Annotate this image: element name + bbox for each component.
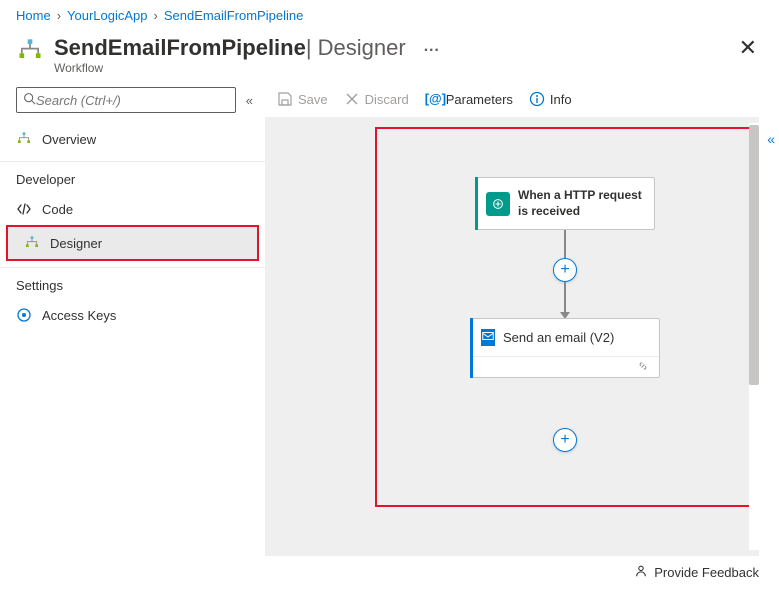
- info-button[interactable]: Info: [529, 91, 572, 107]
- toolbar-label: Info: [550, 92, 572, 107]
- toolbar-label: Save: [298, 92, 328, 107]
- breadcrumb-home[interactable]: Home: [16, 8, 51, 23]
- feedback-icon: [634, 564, 648, 581]
- highlight-designer: Designer: [6, 225, 259, 261]
- page-header: SendEmailFromPipeline | Designer ··· Wor…: [0, 31, 779, 87]
- discard-button[interactable]: Discard: [344, 91, 409, 107]
- expand-panel-button[interactable]: «: [767, 131, 775, 147]
- add-step-button[interactable]: +: [553, 428, 577, 452]
- sidebar-item-label: Code: [42, 202, 73, 217]
- flow-connector: [564, 230, 566, 258]
- designer-canvas[interactable]: When a HTTP request is received + Send a…: [265, 117, 759, 556]
- footer: Provide Feedback: [265, 556, 779, 589]
- save-icon: [277, 91, 293, 107]
- feedback-label: Provide Feedback: [654, 565, 759, 580]
- search-icon: [23, 92, 36, 108]
- sidebar: « Overview Developer Code Designer Setti…: [0, 87, 265, 589]
- flow-connector: [564, 282, 566, 318]
- sidebar-item-access-keys[interactable]: Access Keys: [0, 299, 265, 331]
- access-keys-icon: [16, 307, 32, 323]
- step-accent: [470, 318, 473, 378]
- toolbar-label: Discard: [365, 92, 409, 107]
- workflow-app-icon: [16, 37, 44, 65]
- step-accent: [475, 177, 478, 230]
- breadcrumb-app[interactable]: YourLogicApp: [67, 8, 147, 23]
- collapse-sidebar-button[interactable]: «: [246, 93, 253, 108]
- breadcrumb: Home › YourLogicApp › SendEmailFromPipel…: [0, 0, 779, 31]
- scrollbar-thumb[interactable]: [749, 125, 759, 385]
- search-input[interactable]: [36, 93, 229, 108]
- scrollbar[interactable]: [749, 123, 759, 550]
- discard-icon: [344, 91, 360, 107]
- toolbar-label: Parameters: [446, 92, 513, 107]
- breadcrumb-sep-icon: ›: [154, 8, 158, 23]
- more-options-button[interactable]: ···: [424, 42, 440, 60]
- page-title: SendEmailFromPipeline | Designer ···: [54, 35, 733, 61]
- sidebar-item-overview[interactable]: Overview: [0, 123, 265, 155]
- code-icon: [16, 201, 32, 217]
- toolbar: Save Discard [@] Parameters Info: [265, 87, 779, 117]
- designer-icon: [24, 235, 40, 251]
- close-button[interactable]: ✕: [733, 35, 763, 61]
- sidebar-item-code[interactable]: Code: [0, 193, 265, 225]
- provide-feedback-button[interactable]: Provide Feedback: [634, 564, 759, 581]
- title-suffix: | Designer: [306, 35, 406, 61]
- step-label: Send an email (V2): [503, 330, 614, 345]
- flow-step-send-email[interactable]: Send an email (V2): [470, 318, 660, 378]
- save-button[interactable]: Save: [277, 91, 328, 107]
- flow-step-http-trigger[interactable]: When a HTTP request is received: [475, 177, 655, 230]
- add-step-button[interactable]: +: [553, 258, 577, 282]
- search-input-wrapper[interactable]: [16, 87, 236, 113]
- sidebar-item-label: Access Keys: [42, 308, 116, 323]
- sidebar-group-settings: Settings: [0, 267, 265, 299]
- title-text: SendEmailFromPipeline: [54, 35, 306, 61]
- sidebar-group-developer: Developer: [0, 161, 265, 193]
- step-label: When a HTTP request is received: [518, 188, 644, 219]
- sidebar-item-label: Overview: [42, 132, 96, 147]
- main-panel: Save Discard [@] Parameters Info «: [265, 87, 779, 589]
- sidebar-item-label: Designer: [50, 236, 102, 251]
- page-subtitle: Workflow: [54, 61, 733, 75]
- parameters-icon: [@]: [425, 91, 441, 107]
- breadcrumb-page[interactable]: SendEmailFromPipeline: [164, 8, 303, 23]
- breadcrumb-sep-icon: ›: [57, 8, 61, 23]
- outlook-email-icon: [481, 329, 495, 346]
- overview-icon: [16, 131, 32, 147]
- link-icon: [637, 360, 649, 375]
- info-icon: [529, 91, 545, 107]
- sidebar-item-designer[interactable]: Designer: [8, 227, 257, 259]
- parameters-button[interactable]: [@] Parameters: [425, 91, 513, 107]
- http-trigger-icon: [486, 192, 510, 216]
